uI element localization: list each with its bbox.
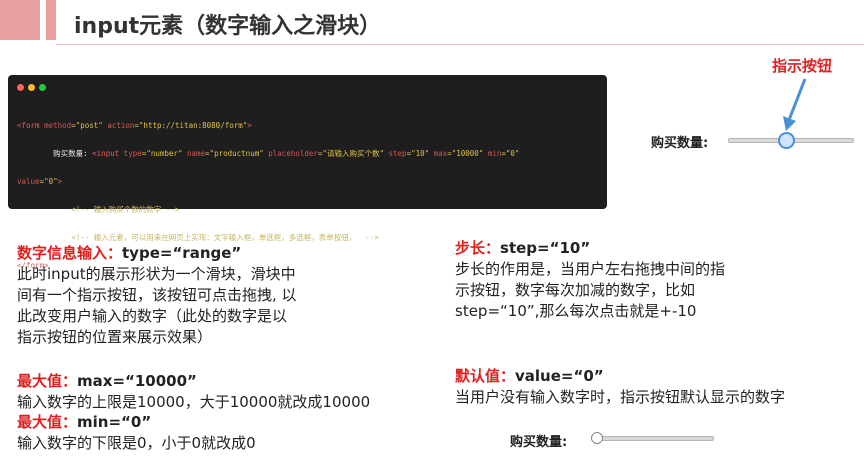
range-heading: 数字信息输入：type=“range” — [17, 244, 242, 262]
code-line-4: <!-- 输入购买个数的数字 --> — [71, 205, 180, 214]
step-heading: 步长：step=“10” — [455, 239, 591, 257]
code-line-2: 购买数量: <input type="number" name="product… — [53, 149, 520, 158]
value-heading: 默认值：value=“0” — [455, 367, 604, 385]
step-description: 步长的作用是，当用户左右拖拽中间的指 示按钮，数字每次加减的数字，比如 step… — [455, 259, 725, 322]
slider-top-label: 购买数量: — [651, 136, 709, 151]
slider-bottom-track[interactable] — [592, 436, 714, 441]
step-line: step=“10”,那么每次点击就是+-10 — [455, 302, 697, 320]
slider-bottom-label: 购买数量: — [510, 435, 568, 450]
code-line-3: value="0"> — [17, 177, 63, 186]
code-line-1: <form method="post" action="http://titan… — [17, 121, 252, 130]
slider-bottom-thumb[interactable] — [591, 432, 603, 444]
indicator-button-annotation: 指示按钮 — [772, 57, 833, 75]
min-heading: 最大值：min=“0” — [17, 413, 152, 431]
maximize-dot-icon — [39, 84, 46, 91]
min-description: 输入数字的下限是0，小于0就改成0 — [17, 434, 256, 452]
range-line: 此时input的展示形状为一个滑块，滑块中 — [17, 265, 296, 283]
range-line: 指示按钮的位置来展示效果） — [17, 328, 213, 346]
max-description: 输入数字的上限是10000，大于10000就改成10000 — [17, 393, 371, 411]
range-line: 此改变用户输入的数字（此处的数字是以 — [17, 307, 288, 325]
header-accent-block — [0, 0, 40, 40]
code-window: <form method="post" action="http://titan… — [8, 75, 607, 270]
step-line: 步长的作用是，当用户左右拖拽中间的指 — [455, 260, 726, 278]
minimize-dot-icon — [28, 84, 35, 91]
page-title: input元素（数字输入之滑块） — [74, 14, 382, 39]
range-line: 间有一个指示按钮，该按钮可点击拖拽, 以 — [17, 286, 297, 304]
annotation-arrow-icon — [783, 78, 807, 131]
header-divider — [56, 44, 864, 45]
slider-top-thumb[interactable] — [778, 132, 795, 149]
max-heading: 最大值：max=“10000” — [17, 372, 197, 390]
close-dot-icon — [17, 84, 24, 91]
step-line: 示按钮，数字每次加减的数字，比如 — [455, 281, 696, 299]
range-description: 此时input的展示形状为一个滑块，滑块中 间有一个指示按钮，该按钮可点击拖拽,… — [17, 264, 297, 348]
header-accent-bar — [46, 0, 56, 40]
value-description: 当用户没有输入数字时，指示按钮默认显示的数字 — [455, 388, 786, 406]
